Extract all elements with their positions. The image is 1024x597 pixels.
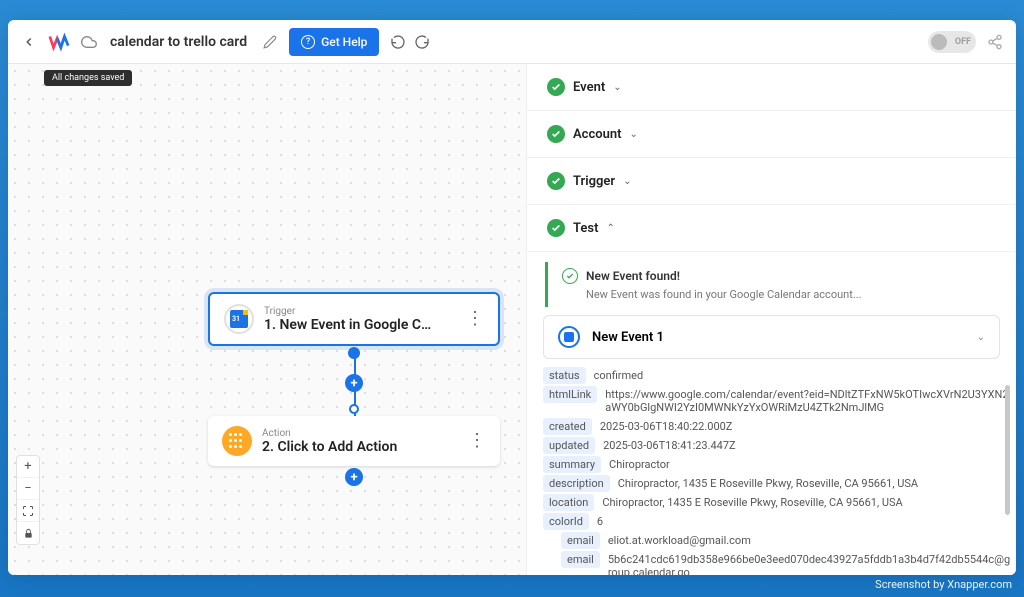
data-row: colorId 6 [543,513,1012,530]
result-selector[interactable]: New Event 1 ⌄ [543,315,1000,359]
flow-canvas[interactable]: All changes saved Trigger 1. New Event i… [8,64,526,575]
node-kicker: Trigger [264,306,456,317]
trigger-node[interactable]: Trigger 1. New Event in Google C… ⋮ [208,292,500,346]
config-panel: Event ⌄ Account ⌄ Trigger ⌄ Test ⌃ [526,64,1016,575]
section-title: Test [573,221,598,236]
zoom-in-button[interactable]: + [17,456,39,478]
share-button[interactable] [984,31,1006,53]
data-key: email [561,532,600,549]
data-value: 2025-03-06T18:40:22.000Z [600,418,1012,435]
node-menu-button[interactable]: ⋮ [466,313,484,325]
action-placeholder-icon [222,426,252,456]
data-key: created [543,418,592,435]
redo-button[interactable] [411,31,433,53]
check-icon [547,125,565,143]
data-value: eliot.at.workload@gmail.com [608,532,1012,549]
data-key: htmlLink [543,386,597,403]
chevron-up-icon: ⌃ [606,223,614,234]
check-icon [547,172,565,190]
edit-name-button[interactable] [259,31,281,53]
get-help-label: Get Help [321,35,367,49]
section-title: Account [573,127,621,142]
data-key: location [543,494,594,511]
lock-button[interactable] [17,522,39,544]
chevron-down-icon: ⌄ [977,332,985,343]
data-row: email eliot.at.workload@gmail.com [543,532,1012,549]
data-key: summary [543,456,601,473]
data-key: colorId [543,513,589,530]
data-row: status confirmed [543,367,1012,384]
help-icon: ? [301,35,315,49]
data-row: summary Chiropractor [543,456,1012,473]
data-row: description Chiropractor, 1435 E Rosevill… [543,475,1012,492]
add-step-button[interactable]: + [345,374,363,392]
chevron-down-icon: ⌄ [623,176,631,187]
scrollbar-thumb[interactable] [1005,385,1010,515]
section-test[interactable]: Test ⌃ [527,205,1016,252]
fit-screen-button[interactable] [17,500,39,522]
chevron-down-icon: ⌄ [613,82,621,93]
result-icon [558,326,580,348]
chevron-down-icon: ⌄ [629,129,637,140]
workload-logo [48,31,70,53]
section-account[interactable]: Account ⌄ [527,111,1016,158]
saved-tooltip: All changes saved [44,70,132,86]
data-value: 5b6c241cdc619db358e966be0e3eed070dec4392… [608,551,1012,575]
cloud-icon [78,31,100,53]
node-title: 2. Click to Add Action [262,439,458,455]
canvas-tools: + − [16,455,40,545]
flow-enabled-toggle[interactable]: OFF [928,31,976,53]
data-key: description [543,475,610,492]
undo-button[interactable] [387,31,409,53]
data-value: 2025-03-06T18:41:23.447Z [603,437,1012,454]
data-value: Chiropractor [609,456,1012,473]
data-row: htmlLink https://www.google.com/calendar/… [543,386,1012,416]
get-help-button[interactable]: ? Get Help [289,28,379,56]
connector-port-out[interactable] [348,347,360,359]
data-value: confirmed [594,367,1012,384]
section-title: Event [573,80,605,95]
found-title: New Event found! [586,269,680,283]
found-subtitle: New Event was found in your Google Calen… [586,288,984,301]
data-value: Chiropractor, 1435 E Roseville Pkwy, Ros… [602,494,1012,511]
data-key: email [561,551,600,568]
flow-name[interactable]: calendar to trello card [110,34,247,50]
data-value: https://www.google.com/calendar/event?ei… [605,386,1012,416]
google-calendar-icon [224,304,254,334]
data-row: email 5b6c241cdc619db358e966be0e3eed070de… [543,551,1012,575]
toggle-label: OFF [955,37,971,47]
data-row: location Chiropractor, 1435 E Roseville P… [543,494,1012,511]
watermark: Screenshot by Xnapper.com [875,578,1012,591]
back-button[interactable] [18,31,40,53]
data-key: updated [543,437,595,454]
zoom-out-button[interactable]: − [17,478,39,500]
data-key: status [543,367,586,384]
header: calendar to trello card ? Get Help OFF [8,20,1016,64]
add-step-button-end[interactable]: + [345,468,363,486]
data-row: updated 2025-03-06T18:41:23.447Z [543,437,1012,454]
check-icon [547,219,565,237]
event-data-viewer[interactable]: status confirmed htmlLink https://www.googl… [543,367,1016,575]
result-title: New Event 1 [592,330,664,345]
success-icon [562,268,578,284]
section-event[interactable]: Event ⌄ [527,64,1016,111]
data-value: Chiropractor, 1435 E Roseville Pkwy, Ros… [618,475,1012,492]
connector-port-in[interactable] [349,404,359,414]
section-title: Trigger [573,174,615,189]
node-menu-button[interactable]: ⋮ [468,435,486,447]
node-kicker: Action [262,428,458,439]
section-trigger[interactable]: Trigger ⌄ [527,158,1016,205]
data-row: created 2025-03-06T18:40:22.000Z [543,418,1012,435]
node-title: 1. New Event in Google C… [264,317,456,333]
data-value: 6 [597,513,1012,530]
action-node[interactable]: Action 2. Click to Add Action ⋮ [208,416,500,466]
check-icon [547,78,565,96]
test-result-banner: New Event found! New Event was found in … [545,262,998,307]
